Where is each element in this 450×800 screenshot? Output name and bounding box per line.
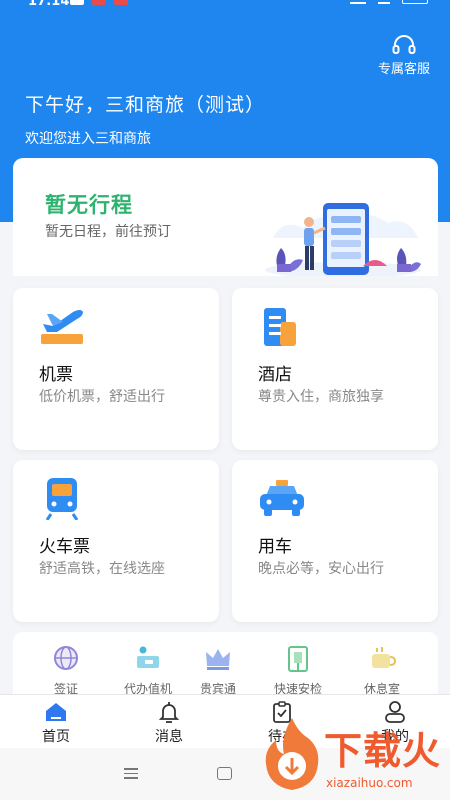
checkin-icon: [137, 646, 159, 668]
service-card-train[interactable]: 火车票 舒适高铁，在线选座: [13, 460, 219, 622]
flame-logo-icon: [265, 718, 319, 790]
service-desc-hotel: 尊贵入住，商旅独享: [258, 389, 384, 405]
welcome-text: 欢迎您进入三和商旅: [25, 131, 151, 147]
customer-service-label: 专属客服: [377, 62, 430, 77]
quick-link-label: 快速安检: [273, 682, 322, 694]
service-name-flight: 机票: [39, 365, 73, 385]
quick-link-vip[interactable]: 贵宾通: [183, 644, 253, 694]
trip-card[interactable]: 暂无行程 暂无日程，前往预订: [13, 158, 438, 276]
service-desc-train: 舒适高铁，在线选座: [39, 561, 165, 577]
airplane-icon: [41, 310, 83, 344]
quick-link-label: 代办值机: [123, 682, 172, 694]
tab-home[interactable]: 首页: [16, 701, 96, 746]
signal-icon: [350, 0, 366, 4]
quick-link-label: 签证: [53, 682, 78, 694]
service-name-train: 火车票: [39, 537, 90, 557]
watermark-url: xiazaihuo.com: [326, 776, 413, 790]
trip-title: 暂无行程: [45, 193, 133, 217]
tab-label-messages: 消息: [155, 729, 183, 745]
quick-link-label: 贵宾通: [199, 682, 236, 694]
quick-link-visa[interactable]: 签证: [31, 644, 101, 694]
service-card-car[interactable]: 用车 晚点必等，安心出行: [232, 460, 438, 622]
phone-illustration: [265, 203, 421, 276]
quick-link-lounge[interactable]: 休息室: [347, 644, 417, 694]
tab-label-home: 首页: [42, 729, 70, 745]
quick-links-strip: 签证 代办值机 贵宾通 快速安检 休息室: [13, 632, 438, 694]
watermark-logo: 下载火 xiazaihuo.com: [262, 716, 448, 796]
quick-link-security[interactable]: 快速安检: [263, 644, 333, 694]
hotel-icon: [264, 308, 296, 346]
service-desc-car: 晚点必等，安心出行: [258, 561, 384, 577]
security-gate-icon: [288, 646, 308, 672]
menu-icon[interactable]: [124, 768, 138, 782]
service-card-flight[interactable]: 机票 低价机票，舒适出行: [13, 288, 219, 450]
watermark-text: 下载火: [324, 729, 442, 773]
service-name-hotel: 酒店: [258, 365, 292, 385]
wifi-icon: [378, 0, 390, 4]
crown-icon: [206, 649, 230, 670]
train-icon: [45, 478, 79, 520]
quick-link-label: 休息室: [363, 682, 400, 694]
status-time: 17:14: [28, 0, 70, 9]
notification-icon: [70, 0, 84, 5]
quick-link-checkin[interactable]: 代办值机: [113, 644, 183, 694]
customer-service-button[interactable]: 专属客服: [366, 34, 442, 77]
trip-subtitle[interactable]: 暂无日程，前往预订: [45, 221, 171, 241]
service-name-car: 用车: [258, 537, 292, 557]
nav-home-icon[interactable]: [217, 767, 232, 780]
greeting-text: 下午好，三和商旅（测试）: [25, 94, 266, 116]
battery-icon: [402, 0, 428, 4]
notification-icon: [114, 0, 128, 5]
lounge-icon: [372, 647, 397, 668]
status-bar: 17:14: [0, 0, 450, 14]
bell-icon: [158, 702, 180, 723]
car-icon: [260, 480, 304, 516]
tab-messages[interactable]: 消息: [129, 701, 209, 746]
service-desc-flight: 低价机票，舒适出行: [39, 389, 165, 405]
home-icon: [46, 703, 66, 721]
globe-icon: [54, 646, 78, 670]
service-card-hotel[interactable]: 酒店 尊贵入住，商旅独享: [232, 288, 438, 450]
notification-icon: [92, 0, 106, 5]
headset-icon: [392, 35, 416, 54]
